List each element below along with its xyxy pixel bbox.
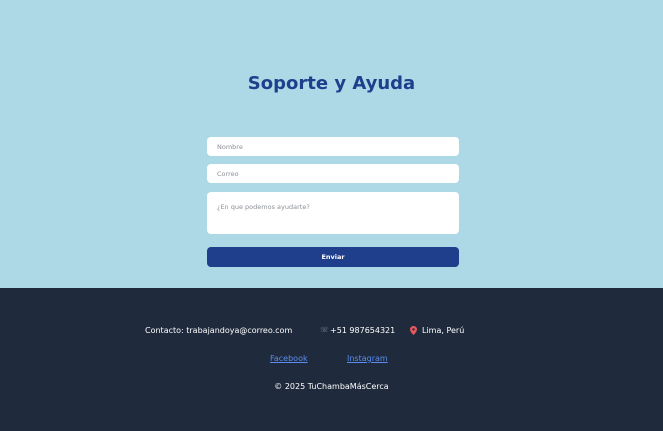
phone-icon: ☏ xyxy=(320,326,329,334)
message-textarea[interactable] xyxy=(207,192,459,234)
contact-row: Contacto: trabajandoya@correo.com ☏ +51 … xyxy=(0,326,663,338)
pin-icon xyxy=(410,326,417,337)
name-input[interactable] xyxy=(207,137,459,156)
page-title: Soporte y Ayuda xyxy=(247,73,416,94)
send-button[interactable]: Enviar xyxy=(207,247,459,267)
copyright: © 2025 TuChambaMásCerca xyxy=(274,382,389,391)
contact-location: Lima, Perú xyxy=(422,326,465,335)
social-links: Facebook Instagram xyxy=(0,354,663,366)
email-input[interactable] xyxy=(207,164,459,183)
contact-email: Contacto: trabajandoya@correo.com xyxy=(145,326,293,335)
footer: Contacto: trabajandoya@correo.com ☏ +51 … xyxy=(0,288,663,431)
facebook-link[interactable]: Facebook xyxy=(270,354,308,363)
support-section: Soporte y Ayuda Enviar xyxy=(0,0,663,288)
contact-phone: +51 987654321 xyxy=(330,326,396,335)
instagram-link[interactable]: Instagram xyxy=(347,354,388,363)
